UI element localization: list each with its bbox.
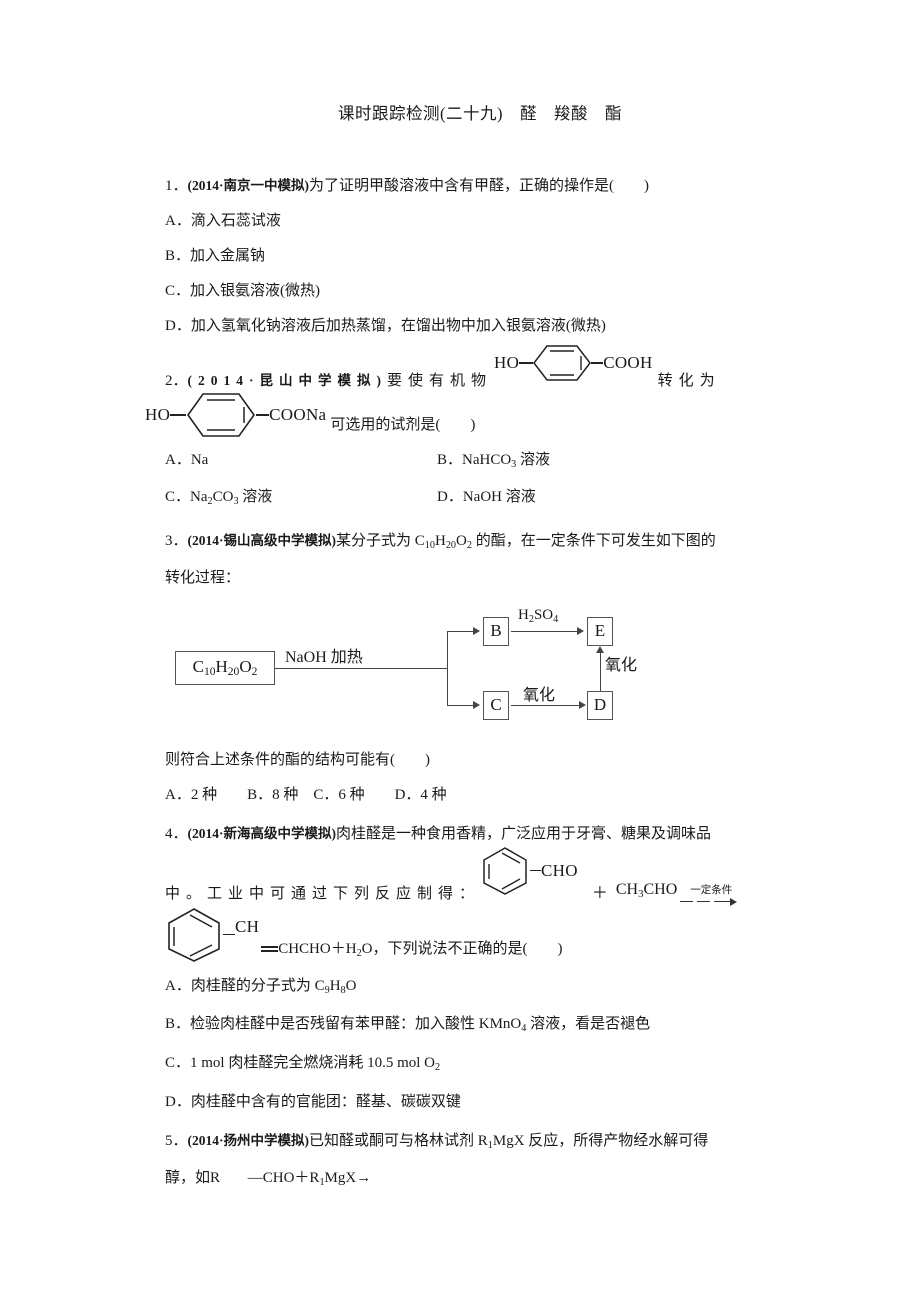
- question-3: 3．(2014·锡山高级中学模拟)某分子式为 C10H20O2 的酯，在一定条件…: [165, 524, 795, 813]
- benzene-ring-icon: [165, 907, 223, 963]
- page-title: 课时跟踪检测(二十九) 醛 羧酸 酯: [338, 104, 622, 123]
- worksheet-page: 课时跟踪检测(二十九) 醛 羧酸 酯 1．(2014·南京一中模拟)为了证明甲酸…: [0, 0, 920, 1302]
- question-4-text-1: 肉桂醛是一种食用香精，广泛应用于牙膏、糖果及调味品: [336, 825, 712, 842]
- question-1-number: 1．: [165, 178, 188, 194]
- question-2-option-d[interactable]: D．NaOH 溶液: [437, 481, 536, 518]
- scheme-main-line: [275, 667, 447, 669]
- scheme-arrow-to-c: [473, 700, 480, 709]
- question-4-option-b[interactable]: B．检验肉桂醛中是否残留有苯甲醛：加入酸性 KMnO4 溶液，看是否褪色: [165, 1007, 795, 1046]
- question-4: 4．(2014·新海高级中学模拟)肉桂醛是一种食用香精，广泛应用于牙膏、糖果及调…: [165, 817, 795, 1121]
- question-3-stem-line-2: 转化过程：: [165, 569, 241, 586]
- question-1-option-b[interactable]: B．加入金属钠: [165, 239, 795, 274]
- question-4-text-2: 中。工业中可通过下列反应制得：: [165, 885, 481, 902]
- scheme-arrow-b-to-e: [577, 626, 584, 635]
- question-1-option-c[interactable]: C．加入银氨溶液(微热): [165, 274, 795, 309]
- question-4-option-a[interactable]: A．肉桂醛的分子式为 C9H8O: [165, 969, 795, 1008]
- question-4-product-tail: CHCHO＋H2O，下列说法不正确的是( ): [261, 937, 562, 959]
- bond-line: [519, 362, 534, 364]
- question-1-stem: 1．(2014·南京一中模拟)为了证明甲酸溶液中含有甲醛，正确的操作是( ): [165, 168, 795, 204]
- question-5-text-b: —CHO＋R1MgX→: [247, 1169, 372, 1188]
- scheme-line-b-to-e: [511, 630, 579, 632]
- structure-benzaldehyde: CHO: [480, 846, 578, 896]
- question-2-stem-line-1: 2． (2014·昆山中学模拟) 要使有机物 HO COOH 转化为: [165, 345, 795, 396]
- structure-cho-label: CHO: [541, 860, 578, 880]
- question-2-text-1: 要使有机物: [387, 373, 493, 389]
- scheme-label-oxidize-bottom: 氧化: [523, 686, 556, 704]
- structure-hydroxybenzoic-acid: HO COOH: [494, 344, 653, 382]
- scheme-label-h2so4: H2SO4: [518, 606, 559, 625]
- double-bond-icon: [261, 944, 279, 954]
- scheme-arrow-d-to-e: [596, 645, 604, 653]
- structure-right-label: COOH: [603, 353, 653, 372]
- scheme-start-formula: C10H20O2: [192, 656, 258, 679]
- question-5-stem-line-1: 5．(2014·扬州中学模拟)已知醛或酮可与格林试剂 R1MgX 反应，所得产物…: [165, 1133, 709, 1151]
- reaction-condition-label: 一定条件: [690, 884, 733, 896]
- question-4-stem-line-3: CH CHCHO＋H2O，下列说法不正确的是( ): [165, 907, 795, 963]
- structure-left-label: HO: [145, 405, 171, 424]
- question-2-text-2: 转化为: [657, 373, 721, 389]
- scheme-box-c: C: [483, 690, 509, 720]
- structure-cinnamaldehyde: CH: [165, 907, 259, 963]
- bond-line: [530, 869, 542, 872]
- bond-line: [256, 414, 270, 416]
- question-4-number: 4．: [165, 825, 188, 842]
- structure-sodium-hydroxybenzoate: HO COONa: [145, 392, 326, 438]
- question-5-number: 5．: [165, 1133, 188, 1150]
- benzene-ring-icon: [186, 392, 256, 438]
- question-3-number: 3．: [165, 532, 188, 549]
- question-2: 2． (2014·昆山中学模拟) 要使有机物 HO COOH 转化为 HO CO…: [145, 345, 795, 518]
- question-2-option-a[interactable]: A．Na: [165, 444, 437, 481]
- structure-right-label: COONa: [269, 405, 327, 424]
- question-3-after-scheme: 则符合上述条件的酯的结构可能有( ): [165, 751, 430, 768]
- scheme-arrow-c-to-d: [579, 700, 586, 709]
- structure-left-label: HO: [494, 353, 520, 372]
- bond-line: [170, 414, 187, 416]
- question-1-option-d[interactable]: D．加入氢氧化钠溶液后加热蒸馏，在馏出物中加入银氨溶液(微热): [165, 309, 795, 344]
- question-4-source: (2014·新海高级中学模拟): [187, 825, 337, 841]
- scheme-line-c-to-d: [511, 704, 581, 706]
- question-2-option-c[interactable]: C．Na2CO3 溶液: [165, 481, 437, 518]
- benzene-ring-icon: [533, 344, 592, 382]
- question-1-text: 为了证明甲酸溶液中含有甲醛，正确的操作是( ): [309, 178, 650, 194]
- question-4-plus: ＋: [591, 884, 608, 902]
- reaction-condition-arrow: 一定条件: [680, 885, 742, 907]
- scheme-box-d: D: [587, 690, 613, 720]
- scheme-main-label: NaOH 加热: [285, 648, 363, 666]
- question-1: 1．(2014·南京一中模拟)为了证明甲酸溶液中含有甲醛，正确的操作是( ) A…: [165, 168, 795, 344]
- question-2-option-b[interactable]: B．NaHCO3 溶液: [437, 444, 550, 481]
- question-5: 5．(2014·扬州中学模拟)已知醛或酮可与格林试剂 R1MgX 反应，所得产物…: [165, 1124, 795, 1199]
- question-2-options-row-1: A．Na B．NaHCO3 溶液: [165, 444, 795, 481]
- question-3-options[interactable]: A．2 种 B．8 种 C．6 种 D．4 种: [165, 778, 795, 813]
- question-4-option-d[interactable]: D．肉桂醛中含有的官能团：醛基、碳碳双键: [165, 1085, 795, 1120]
- question-3-stem: 3．(2014·锡山高级中学模拟)某分子式为 C10H20O2 的酯，在一定条件…: [165, 532, 716, 551]
- bond-line: [591, 362, 604, 364]
- question-4-reagent: CH3CHO: [615, 880, 678, 900]
- question-5-text-a: 醇，如R: [165, 1169, 221, 1186]
- question-1-option-a[interactable]: A．滴入石蕊试液: [165, 204, 795, 239]
- scheme-line-d-to-e: [600, 652, 602, 691]
- question-2-text-3: 可选用的试剂是( ): [330, 417, 476, 433]
- question-1-source: (2014·南京一中模拟): [187, 178, 310, 193]
- scheme-split-line: [447, 630, 449, 706]
- question-4-stem-line-2: 中。工业中可通过下列反应制得： CHO ＋ CH3CHO 一定条件: [165, 846, 795, 909]
- question-2-stem-line-2: HO COONa 可选用的试剂是( ): [145, 392, 795, 438]
- question-5-source: (2014·扬州中学模拟): [187, 1133, 310, 1149]
- question-2-options-row-2: C．Na2CO3 溶液 D．NaOH 溶液: [165, 481, 795, 518]
- question-4-option-c[interactable]: C．1 mol 肉桂醛完全燃烧消耗 10.5 mol O2: [165, 1046, 795, 1085]
- dashed-arrow-icon: [680, 897, 742, 907]
- scheme-box-b: B: [483, 616, 509, 646]
- scheme-label-oxidize-top: 氧化: [605, 656, 638, 674]
- scheme-branch-top: [447, 630, 475, 632]
- scheme-arrow-to-b: [473, 626, 480, 635]
- question-3-source: (2014·锡山高级中学模拟): [187, 532, 337, 548]
- scheme-box-e: E: [587, 616, 613, 646]
- scheme-box-start: C10H20O2: [175, 650, 275, 685]
- scheme-branch-bottom: [447, 704, 475, 706]
- bond-line: [223, 933, 235, 936]
- benzene-ring-icon: [480, 846, 530, 896]
- page-content: 课时跟踪检测(二十九) 醛 羧酸 酯 1．(2014·南京一中模拟)为了证明甲酸…: [145, 100, 795, 1199]
- structure-ch-label: CH: [235, 916, 260, 936]
- question-5-stem-line-2: 醇，如R —CHO＋R1MgX→: [165, 1162, 795, 1199]
- reaction-scheme-diagram: C10H20O2 NaOH 加热 B H2SO4 E C 氧化 D 氧化: [175, 606, 637, 729]
